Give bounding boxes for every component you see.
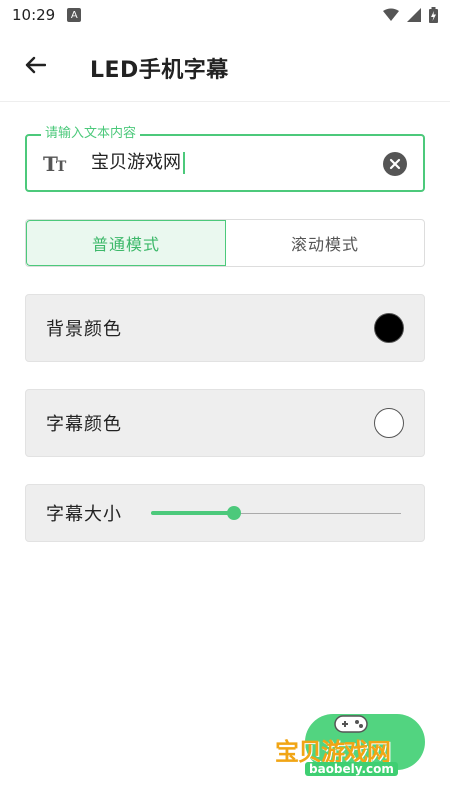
app-bar: LED手机字幕	[0, 30, 450, 102]
background-color-row[interactable]: 背景颜色	[25, 294, 425, 362]
normal-mode-tab[interactable]: 普通模式	[26, 220, 226, 266]
notification-icon: A	[67, 8, 82, 22]
clear-icon	[389, 158, 401, 170]
text-size-slider[interactable]	[151, 485, 401, 541]
text-size-row: 字幕大小	[25, 484, 425, 542]
clear-button[interactable]	[383, 152, 407, 176]
slider-fill	[151, 511, 234, 515]
scroll-mode-tab[interactable]: 滚动模式	[226, 220, 424, 266]
text-size-label: 字幕大小	[46, 504, 122, 525]
subtitle-text-field[interactable]: 请输入文本内容 TT 宝贝游戏网	[25, 126, 425, 192]
status-time: 10:29	[12, 6, 56, 24]
watermark-logo: 宝贝游戏网 baobely.com	[275, 710, 435, 790]
page-title: LED手机字幕	[90, 58, 229, 83]
background-color-swatch[interactable]	[374, 313, 404, 343]
signal-icon	[407, 8, 421, 22]
arrow-left-icon	[25, 56, 46, 74]
text-color-row[interactable]: 字幕颜色	[25, 389, 425, 457]
status-bar: 10:29 A	[0, 0, 450, 30]
back-button[interactable]	[20, 50, 50, 80]
mode-toggle: 普通模式 滚动模式	[25, 219, 425, 267]
slider-thumb[interactable]	[226, 506, 241, 520]
text-color-swatch[interactable]	[374, 408, 404, 438]
battery-icon	[429, 7, 438, 23]
text-field-label: 请输入文本内容	[41, 126, 141, 142]
text-size-icon: TT	[43, 152, 66, 176]
wifi-icon	[383, 8, 399, 21]
text-field-input[interactable]: 宝贝游戏网	[91, 152, 185, 174]
text-color-label: 字幕颜色	[46, 414, 122, 435]
watermark-url: baobely.com	[305, 762, 398, 776]
background-color-label: 背景颜色	[46, 319, 122, 340]
